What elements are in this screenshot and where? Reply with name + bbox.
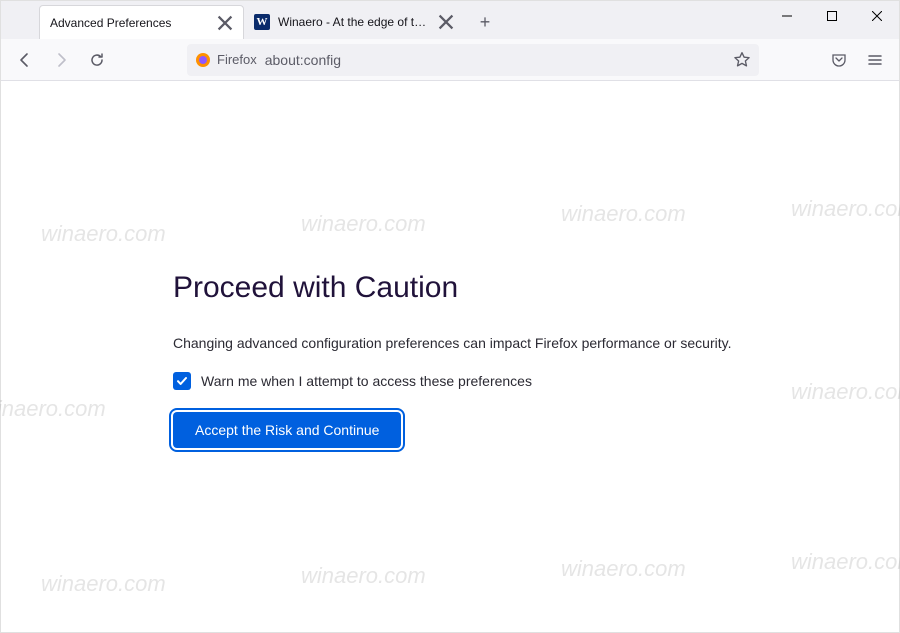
checkbox-checked-icon[interactable]	[173, 372, 191, 390]
maximize-button[interactable]	[809, 1, 854, 31]
tab-advanced-preferences[interactable]: Advanced Preferences	[39, 5, 244, 39]
tab-title: Advanced Preferences	[50, 16, 211, 30]
show-warning-checkbox-row[interactable]: Warn me when I attempt to access these p…	[173, 372, 899, 390]
app-menu-button[interactable]	[859, 44, 891, 76]
watermark: winaero.com	[301, 563, 426, 589]
save-to-pocket-icon[interactable]	[823, 44, 855, 76]
close-window-button[interactable]	[854, 1, 899, 31]
url-bar[interactable]: Firefox about:config	[187, 44, 759, 76]
warning-title: Proceed with Caution	[173, 271, 899, 305]
warning-body: Changing advanced configuration preferen…	[173, 333, 899, 354]
winaero-favicon: W	[254, 14, 270, 30]
forward-button[interactable]	[45, 44, 77, 76]
checkbox-label: Warn me when I attempt to access these p…	[201, 373, 532, 389]
accept-risk-button[interactable]: Accept the Risk and Continue	[173, 412, 401, 448]
close-tab-icon[interactable]	[217, 15, 233, 31]
tab-strip: Advanced Preferences W Winaero - At the …	[1, 1, 899, 39]
close-tab-icon[interactable]	[438, 14, 454, 30]
watermark: winaero.com	[41, 571, 166, 597]
tab-winaero[interactable]: W Winaero - At the edge of tweak	[244, 5, 464, 39]
back-button[interactable]	[9, 44, 41, 76]
new-tab-button[interactable]: +	[470, 7, 500, 37]
watermark: winaero.com	[561, 556, 686, 582]
navigation-toolbar: Firefox about:config	[1, 39, 899, 81]
minimize-button[interactable]	[764, 1, 809, 31]
identity-label: Firefox	[217, 52, 257, 67]
url-text: about:config	[265, 52, 733, 68]
reload-button[interactable]	[81, 44, 113, 76]
tab-title: Winaero - At the edge of tweak	[278, 15, 432, 29]
window-controls	[764, 1, 899, 39]
bookmark-star-icon[interactable]	[733, 51, 751, 69]
about-config-warning: Proceed with Caution Changing advanced c…	[1, 81, 899, 448]
watermark: winaero.com	[791, 549, 900, 575]
firefox-brand-icon	[195, 52, 211, 68]
